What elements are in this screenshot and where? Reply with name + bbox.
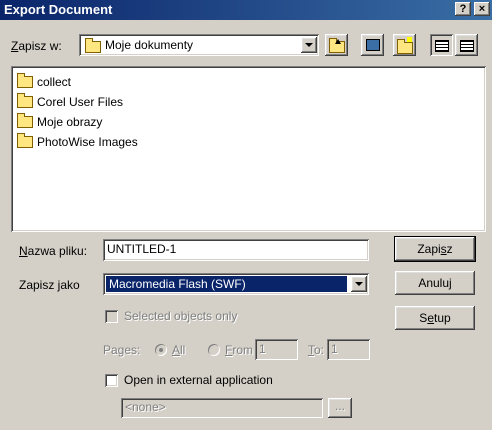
filename-value: UNTITLED-1 xyxy=(107,242,177,256)
open-external-label: Open in external application xyxy=(124,373,273,387)
lookin-label: Zapisz w: xyxy=(11,39,62,53)
selected-only-label: Selected objects only xyxy=(124,309,238,323)
sparkle-icon xyxy=(407,37,412,42)
pages-label: Pages: xyxy=(103,343,141,357)
filetype-selection: Macromedia Flash (SWF) xyxy=(106,276,347,292)
help-button[interactable]: ? xyxy=(455,2,471,16)
selected-only-checkbox[interactable] xyxy=(105,310,118,323)
filetype-label: Zapisz jako xyxy=(19,278,80,292)
filename-input[interactable]: UNTITLED-1 xyxy=(103,239,369,261)
from-radio[interactable] xyxy=(208,344,220,356)
open-folder-icon xyxy=(85,38,101,53)
from-page-input[interactable]: 1 xyxy=(255,339,298,360)
folder-icon xyxy=(17,113,33,128)
setup-button[interactable]: Setup xyxy=(395,306,475,330)
desktop-button[interactable] xyxy=(361,34,384,56)
up-folder-button[interactable] xyxy=(325,34,348,56)
desktop-icon xyxy=(366,39,380,51)
all-pages-label: All xyxy=(172,343,186,357)
to-label: To: xyxy=(308,343,325,357)
details-view-icon xyxy=(460,40,474,52)
export-dialog: Export Document ? × Zapisz w: Moje dokum… xyxy=(0,0,492,430)
lookin-value: Moje dokumenty xyxy=(105,38,194,52)
up-arrow-icon xyxy=(335,39,341,44)
chevron-down-icon xyxy=(355,282,363,286)
folder-icon xyxy=(17,93,33,108)
open-external-checkbox[interactable] xyxy=(105,374,118,387)
close-icon: × xyxy=(478,3,486,15)
save-button[interactable]: Zapisz xyxy=(394,236,476,262)
filename-label: Nazwa pliku: xyxy=(19,244,88,258)
external-app-value: <none> xyxy=(125,400,166,414)
lookin-combo[interactable]: Moje dokumenty xyxy=(79,34,319,56)
lookin-dropdown-button[interactable] xyxy=(301,37,317,53)
new-folder-button[interactable] xyxy=(393,34,416,56)
folder-icon xyxy=(17,133,33,148)
window-title: Export Document xyxy=(4,2,113,17)
cancel-button[interactable]: Anuluj xyxy=(395,271,475,295)
help-icon: ? xyxy=(459,3,467,15)
chevron-down-icon xyxy=(305,43,313,47)
details-view-button[interactable] xyxy=(455,34,478,56)
list-view-icon xyxy=(435,40,449,52)
filetype-value: Macromedia Flash (SWF) xyxy=(109,277,246,291)
from-label: From xyxy=(225,343,254,357)
close-button[interactable]: × xyxy=(474,2,490,16)
browse-button[interactable]: ... xyxy=(328,398,352,418)
filetype-dropdown-button[interactable] xyxy=(351,276,367,292)
all-pages-radio[interactable] xyxy=(155,344,167,356)
file-list[interactable]: collect Corel User Files Moje obrazy Pho… xyxy=(11,66,486,232)
external-app-input[interactable]: <none> xyxy=(121,398,323,418)
new-folder-icon xyxy=(397,39,413,54)
to-page-input[interactable]: 1 xyxy=(327,339,370,360)
list-view-button[interactable] xyxy=(430,34,453,56)
folder-icon xyxy=(17,73,33,88)
title-bar: Export Document ? × xyxy=(0,0,492,20)
filetype-select[interactable]: Macromedia Flash (SWF) xyxy=(103,273,369,295)
